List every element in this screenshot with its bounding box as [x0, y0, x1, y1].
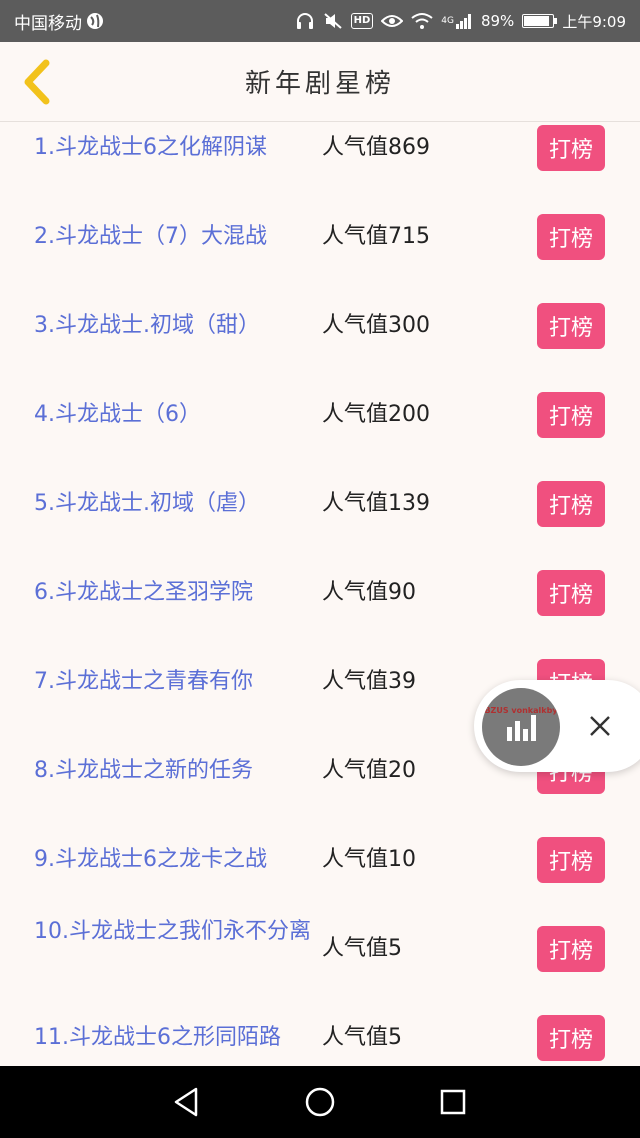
vote-button[interactable]: 打榜 [537, 1015, 605, 1061]
nav-home-button[interactable] [290, 1072, 350, 1132]
close-icon [590, 716, 610, 736]
popularity-score: 人气值5 [322, 1025, 402, 1050]
wifi-icon [411, 12, 433, 30]
headphones-icon [295, 12, 315, 30]
ranking-list[interactable]: 1.斗龙战士6之化解阴谋 人气值869 打榜 2.斗龙战士（7）大混战 人气值7… [0, 122, 640, 1066]
back-button[interactable] [12, 56, 62, 108]
battery-percent: 89% [480, 12, 515, 30]
show-title[interactable]: 9.斗龙战士6之龙卡之战 [34, 843, 324, 877]
ranking-row: 3.斗龙战士.初域（甜） 人气值300 打榜 [0, 300, 640, 389]
cell-signal-icon: 4G [441, 13, 473, 29]
floating-ball[interactable]: BZUS vonkalkby [482, 688, 560, 766]
show-title[interactable]: 1.斗龙战士6之化解阴谋 [34, 131, 324, 165]
popularity-score: 人气值10 [322, 847, 416, 872]
popularity-score: 人气值90 [322, 580, 416, 605]
ranking-row: 10.斗龙战士之我们永不分离 人气值5 打榜 [0, 919, 640, 1012]
floating-widget: BZUS vonkalkby [474, 680, 640, 772]
show-title[interactable]: 6.斗龙战士之圣羽学院 [34, 576, 324, 610]
ranking-row: 11.斗龙战士6之形同陌路 人气值5 打榜 [0, 1012, 640, 1066]
popularity-score: 人气值20 [322, 758, 416, 783]
popularity-score: 人气值715 [322, 224, 430, 249]
show-title[interactable]: 3.斗龙战士.初域（甜） [34, 309, 324, 343]
globe-icon [86, 12, 104, 30]
ranking-row: 5.斗龙战士.初域（虐） 人气值139 打榜 [0, 478, 640, 567]
status-left: 中国移动 [14, 9, 104, 34]
mute-icon [323, 12, 343, 30]
page-title: 新年剧星榜 [244, 69, 395, 99]
show-title[interactable]: 8.斗龙战士之新的任务 [34, 754, 324, 788]
audio-bars-icon [507, 715, 536, 741]
triangle-back-icon [174, 1087, 197, 1117]
show-title[interactable]: 11.斗龙战士6之形同陌路 [34, 1021, 324, 1055]
show-title[interactable]: 2.斗龙战士（7）大混战 [34, 220, 324, 254]
show-title[interactable]: 10.斗龙战士之我们永不分离 [34, 915, 324, 949]
ranking-row: 4.斗龙战士（6） 人气值200 打榜 [0, 389, 640, 478]
ranking-row: 1.斗龙战士6之化解阴谋 人气值869 打榜 [0, 122, 640, 211]
nav-back-button[interactable] [157, 1072, 217, 1132]
ranking-row: 9.斗龙战士6之龙卡之战 人气值10 打榜 [0, 834, 640, 923]
system-nav-bar [0, 1066, 640, 1138]
header: 新年剧星榜 [0, 42, 640, 122]
vote-button[interactable]: 打榜 [537, 303, 605, 349]
ranking-row: 2.斗龙战士（7）大混战 人气值715 打榜 [0, 211, 640, 300]
square-recents-icon [441, 1089, 466, 1115]
close-button[interactable] [580, 706, 620, 746]
vote-button[interactable]: 打榜 [537, 214, 605, 260]
carrier-name: 中国移动 [14, 13, 82, 34]
ranking-row: 6.斗龙战士之圣羽学院 人气值90 打榜 [0, 567, 640, 656]
popularity-score: 人气值300 [322, 313, 430, 338]
vote-button[interactable]: 打榜 [537, 392, 605, 438]
circle-home-icon [305, 1087, 335, 1117]
popularity-score: 人气值39 [322, 669, 416, 694]
status-bar: 中国移动 HD 4G 89% 上午9:09 [0, 0, 640, 42]
vote-button[interactable]: 打榜 [537, 125, 605, 171]
vote-button[interactable]: 打榜 [537, 926, 605, 972]
chevron-left-icon [24, 59, 50, 105]
show-title[interactable]: 5.斗龙战士.初域（虐） [34, 487, 324, 521]
popularity-score: 人气值200 [322, 402, 430, 427]
nav-recents-button[interactable] [423, 1072, 483, 1132]
popularity-score: 人气值869 [322, 135, 430, 160]
show-title[interactable]: 7.斗龙战士之青春有你 [34, 665, 324, 699]
eye-icon [381, 13, 404, 29]
show-title[interactable]: 4.斗龙战士（6） [34, 398, 324, 432]
clock: 上午9:09 [562, 12, 626, 31]
hd-badge: HD [350, 13, 374, 29]
vote-button[interactable]: 打榜 [537, 481, 605, 527]
popularity-score: 人气值5 [322, 936, 402, 961]
vote-button[interactable]: 打榜 [537, 837, 605, 883]
network-type: 4G [441, 16, 454, 26]
battery-fill [524, 16, 549, 26]
vote-button[interactable]: 打榜 [537, 570, 605, 616]
battery-icon [522, 14, 558, 28]
popularity-score: 人气值139 [322, 491, 430, 516]
status-right: HD 4G 89% 上午9:09 [295, 11, 626, 32]
